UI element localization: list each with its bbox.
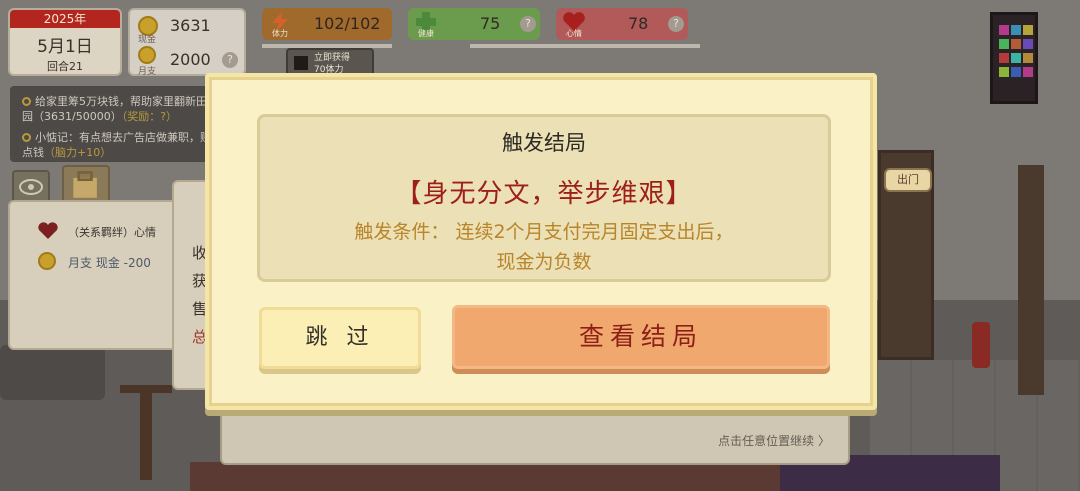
mood-value: 78 xyxy=(628,14,649,33)
mood-help-icon[interactable]: ? xyxy=(668,16,684,32)
task-item[interactable]: 小惦记：有点想去广告店做兼职，赚点钱（脑力+10） xyxy=(22,130,212,160)
effect-mood-label: （关系羁绊）心情 xyxy=(68,226,156,239)
mood-stat: 心情 78 ? xyxy=(556,8,688,40)
side-door xyxy=(1018,165,1044,395)
continue-hint[interactable]: 点击任意位置继续 〉 xyxy=(718,432,830,449)
ending-condition: 触发条件： 连续2个月支付完月固定支出后， 现金为负数 xyxy=(260,217,828,277)
fire-extinguisher xyxy=(972,322,990,368)
coin-icon xyxy=(38,252,56,270)
money-card: 现金 3631 月支 2000 ? xyxy=(128,8,246,77)
health-bar xyxy=(470,44,700,48)
mood-label: 心情 xyxy=(566,29,582,38)
health-stat: 健康 75 ? xyxy=(408,8,540,40)
day-label: 5月1日 xyxy=(37,37,93,57)
round-label: 回合21 xyxy=(47,60,83,73)
view-ending-button[interactable]: 查看结局 xyxy=(452,305,830,369)
wall-phone-icon[interactable] xyxy=(990,12,1038,104)
cash-label: 现金 xyxy=(138,35,157,45)
heart-icon xyxy=(38,222,58,239)
task-panel[interactable]: 给家里筹5万块钱，帮助家里翻新田园（3631/50000）（奖励：?） 小惦记：… xyxy=(10,86,216,162)
effect-monthly-label: 月支 现金 -200 xyxy=(68,256,151,270)
video-play-icon xyxy=(294,56,308,70)
effects-panel: （关系羁绊）心情 月支 现金 -200 xyxy=(8,200,184,350)
health-label: 健康 xyxy=(418,29,434,38)
energy-value: 102/102 xyxy=(314,14,381,33)
monthly-value: 2000 xyxy=(170,50,211,69)
rug xyxy=(190,462,840,491)
sofa xyxy=(0,345,105,400)
monthly-coin-icon xyxy=(138,46,156,64)
task-bullet-icon xyxy=(22,133,31,142)
eye-icon xyxy=(19,179,43,195)
coat-rack xyxy=(140,385,152,480)
ending-trigger-modal: 触发结局 【身无分文，举步维艰】 触发条件： 连续2个月支付完月固定支出后， 现… xyxy=(205,73,877,410)
task-item[interactable]: 给家里筹5万块钱，帮助家里翻新田园（3631/50000）（奖励：?） xyxy=(22,94,212,124)
task-bullet-icon xyxy=(22,97,31,106)
modal-title: 触发结局 xyxy=(502,131,586,155)
condition-line: 现金为负数 xyxy=(496,251,592,273)
health-value: 75 xyxy=(480,14,501,33)
energy-label: 体力 xyxy=(272,29,288,38)
cash-value: 3631 xyxy=(170,16,211,35)
skip-button[interactable]: 跳 过 xyxy=(259,307,421,369)
view-toggle-button[interactable] xyxy=(12,170,50,204)
date-card: 2025年 5月1日 回合21 xyxy=(8,8,122,76)
condition-line: 触发条件： 连续2个月支付完月固定支出后， xyxy=(354,221,734,243)
ending-name: 【身无分文，举步维艰】 xyxy=(395,179,693,209)
ending-info-box: 触发结局 【身无分文，举步维艰】 触发条件： 连续2个月支付完月固定支出后， 现… xyxy=(257,114,831,282)
energy-stat: 体力 102/102 xyxy=(262,8,392,40)
help-icon[interactable]: ? xyxy=(222,52,238,68)
health-help-icon[interactable]: ? xyxy=(520,16,536,32)
monthly-label: 月支 xyxy=(138,67,157,77)
exit-sign[interactable]: 出门 xyxy=(884,168,932,192)
year-label: 2025年 xyxy=(10,10,120,28)
